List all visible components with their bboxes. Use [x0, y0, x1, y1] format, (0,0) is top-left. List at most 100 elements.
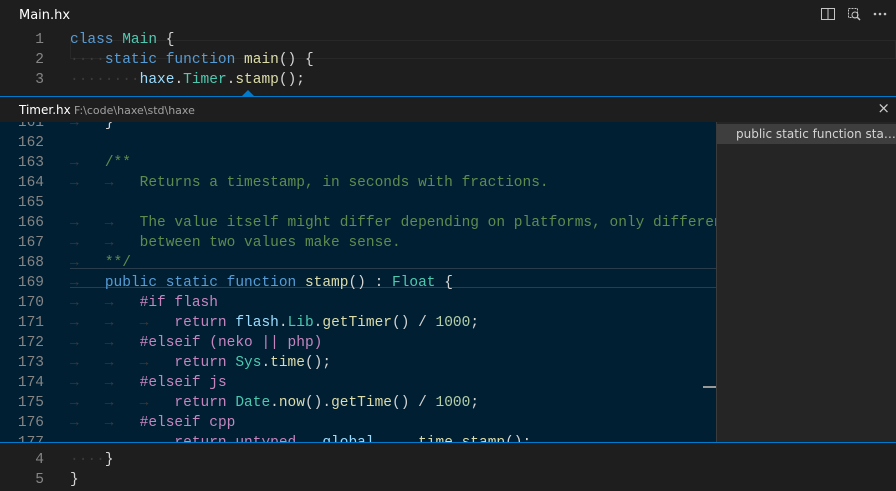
code-line[interactable]: 4 ····} [0, 450, 896, 470]
code-token: static function [104, 52, 245, 68]
line-number: 162 [17, 135, 44, 151]
code-line[interactable]: 162 [0, 133, 716, 153]
editor-tab-title[interactable]: Main.hx [19, 8, 70, 23]
code-text: → → between two values make sense. [70, 233, 401, 253]
whitespace-marker: → → [70, 415, 140, 431]
code-line[interactable]: 170 → → #if flash [0, 293, 716, 313]
line-number: 164 [17, 175, 44, 191]
editor-tab-bar: Main.hx [0, 0, 896, 30]
code-line[interactable]: 2 ····static function main() { [0, 50, 896, 70]
code-token: (); [304, 355, 332, 371]
code-text: → public static function stamp() : Float… [70, 273, 453, 293]
code-token: { [435, 275, 453, 291]
code-text: → → → return flash.Lib.getTimer() / 1000… [70, 313, 479, 333]
split-editor-icon[interactable] [820, 6, 836, 22]
close-icon[interactable]: × [877, 99, 890, 117]
code-token: time [270, 355, 305, 371]
line-number: 169 [17, 275, 44, 291]
peek-header: Timer.hx F:\code\haxe\std\haxe × [0, 97, 896, 122]
code-line[interactable]: 177 → → → return untyped __global__.__tim… [0, 433, 716, 442]
whitespace-marker: ···· [70, 452, 105, 468]
code-token: () { [278, 52, 314, 68]
code-token: } [104, 452, 114, 468]
code-token: . [278, 315, 288, 331]
editor-code-top[interactable]: 1 class Main {2 ····static function main()… [0, 30, 896, 90]
code-text: → /** [70, 153, 131, 173]
code-text: → → → return untyped __global__.__time_s… [70, 433, 531, 442]
code-token: The value itself might differ depending … [139, 215, 716, 231]
code-token: () / [392, 395, 436, 411]
code-text: ········haxe.Timer.stamp(); [70, 70, 305, 90]
code-token: . [261, 355, 271, 371]
editor-code-bottom[interactable]: 4 ····} 5} [0, 450, 896, 490]
code-token: public static function [104, 275, 305, 291]
code-token: (); [278, 72, 305, 88]
code-token: . [174, 72, 184, 88]
code-line[interactable]: 166 → → The value itself might differ dep… [0, 213, 716, 233]
code-line[interactable]: 3 ········haxe.Timer.stamp(); [0, 70, 896, 90]
line-number: 175 [17, 395, 44, 411]
line-number: 167 [17, 235, 44, 251]
code-line[interactable]: 5} [0, 470, 896, 490]
code-line[interactable]: 1 class Main { [0, 30, 896, 50]
code-line[interactable]: 169 → public static function stamp() : Fl… [0, 273, 716, 293]
code-token: ; [470, 395, 480, 411]
code-line[interactable]: 175 → → → return Date.now().getTime() / 1… [0, 393, 716, 413]
code-line[interactable]: 163 → /** [0, 153, 716, 173]
line-number: 5 [35, 472, 44, 488]
code-token: #elseif js [139, 375, 227, 391]
code-line[interactable]: 172 → → #elseif (neko || php) [0, 333, 716, 353]
code-token: return [174, 355, 236, 371]
whitespace-marker: → [70, 155, 105, 171]
peek-code[interactable]: 161 → } 162 163 → /** 164 → → Returns a timest… [0, 122, 716, 442]
code-line[interactable]: 174 → → #elseif js [0, 373, 716, 393]
whitespace-marker: → → [70, 175, 140, 191]
more-actions-icon[interactable] [872, 6, 888, 22]
code-token: Timer [183, 72, 227, 88]
code-token: return [174, 395, 236, 411]
code-line[interactable]: 164 → → Returns a timestamp, in seconds w… [0, 173, 716, 193]
overview-ruler-marker [703, 386, 716, 388]
code-token: now [278, 395, 305, 411]
whitespace-marker: → → [70, 215, 140, 231]
peek-view: Timer.hx F:\code\haxe\std\haxe × 161 → } 1… [0, 96, 896, 443]
line-number: 173 [17, 355, 44, 371]
whitespace-marker: → → [70, 335, 140, 351]
line-number: 4 [35, 452, 44, 468]
code-token: untyped [235, 435, 305, 442]
code-line[interactable]: 176 → → #elseif cpp [0, 413, 716, 433]
code-line[interactable]: 161 → } [0, 122, 716, 133]
code-token: #elseif (neko || php) [139, 335, 323, 351]
line-number: 161 [17, 122, 44, 131]
peek-file-name: Timer.hx [19, 103, 71, 117]
reference-item[interactable]: public static function stamp() : Float [717, 124, 896, 144]
whitespace-marker: ········ [70, 72, 140, 88]
code-token: __global__ [305, 435, 392, 442]
whitespace-marker: ···· [70, 52, 105, 68]
code-token: 1000 [435, 395, 471, 411]
code-token: Main [122, 32, 158, 48]
code-line[interactable]: 167 → → between two values make sense. [0, 233, 716, 253]
whitespace-marker: → → → [70, 435, 174, 442]
peek-reference-list: public static function stamp() : Float [716, 122, 896, 442]
code-line[interactable]: 171 → → → return flash.Lib.getTimer() / 1… [0, 313, 716, 333]
code-text: class Main { [70, 30, 174, 50]
code-token: () / [392, 315, 436, 331]
peek-editor[interactable]: 161 → } 162 163 → /** 164 → → Returns a timest… [0, 122, 716, 442]
code-text: → → Returns a timestamp, in seconds with… [70, 173, 549, 193]
line-number: 176 [17, 415, 44, 431]
code-line[interactable]: 168 → **/ [0, 253, 716, 273]
code-token: { [157, 32, 175, 48]
code-token: . [392, 435, 401, 442]
code-line[interactable]: 173 → → → return Sys.time(); [0, 353, 716, 373]
line-number: 174 [17, 375, 44, 391]
open-changes-icon[interactable] [846, 6, 862, 22]
code-token: between two values make sense. [139, 235, 401, 251]
code-text: } [70, 470, 79, 490]
code-token: Date [235, 395, 271, 411]
code-token: **/ [104, 255, 131, 271]
code-line[interactable]: 165 [0, 193, 716, 213]
whitespace-marker: → [70, 275, 105, 291]
code-text: → → #if flash [70, 293, 218, 313]
code-text: → } [70, 122, 114, 133]
